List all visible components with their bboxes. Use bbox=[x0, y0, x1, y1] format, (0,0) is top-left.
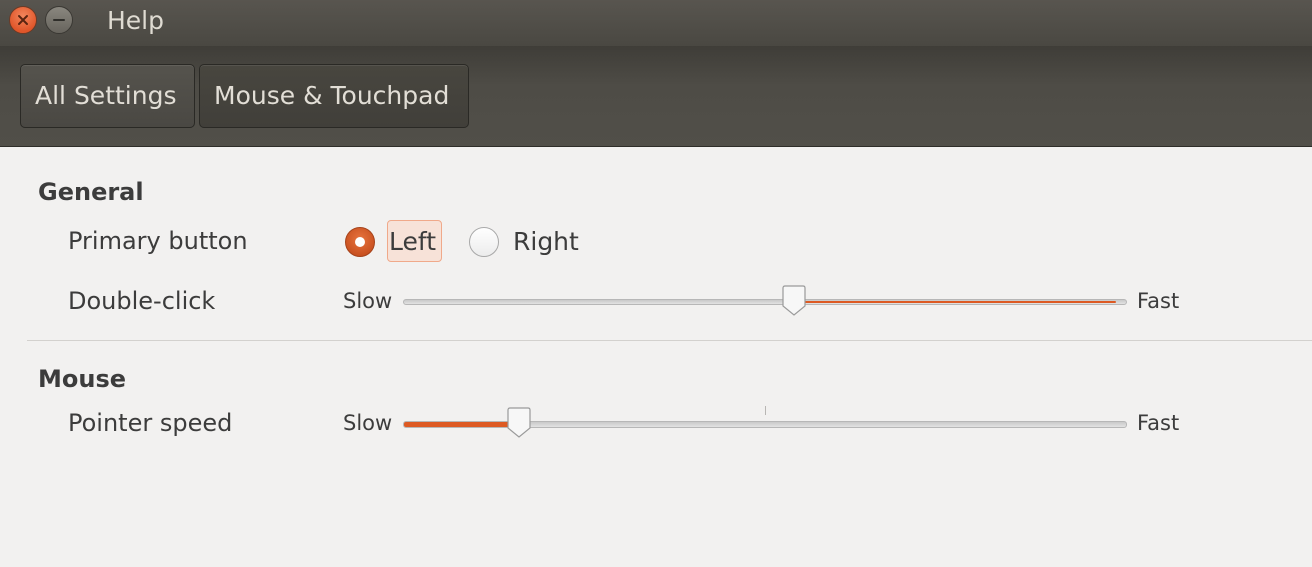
double-click-slider-thumb[interactable] bbox=[781, 285, 807, 317]
radio-left[interactable] bbox=[345, 227, 375, 257]
radio-right[interactable] bbox=[469, 227, 499, 257]
double-click-slow-label: Slow bbox=[343, 289, 393, 313]
mouse-heading: Mouse bbox=[38, 365, 127, 393]
close-icon bbox=[18, 15, 28, 25]
window-title: Help bbox=[107, 6, 164, 35]
double-click-slider-fill bbox=[794, 301, 1116, 303]
pointer-speed-default-mark bbox=[765, 406, 766, 415]
minimize-icon bbox=[53, 19, 65, 21]
pointer-speed-slow-label: Slow bbox=[343, 411, 393, 435]
all-settings-button[interactable]: All Settings bbox=[20, 64, 195, 128]
toolbar: All Settings Mouse & Touchpad bbox=[0, 46, 1312, 147]
settings-content: General Primary button Left Right Double… bbox=[0, 147, 1312, 567]
radio-left-label[interactable]: Left bbox=[389, 227, 436, 257]
minimize-button[interactable] bbox=[45, 6, 73, 34]
pointer-speed-label: Pointer speed bbox=[68, 409, 233, 437]
general-heading: General bbox=[38, 178, 144, 206]
title-bar: Help bbox=[0, 0, 1312, 46]
pointer-speed-slider-fill bbox=[404, 422, 520, 427]
double-click-label: Double-click bbox=[68, 287, 216, 315]
double-click-fast-label: Fast bbox=[1137, 289, 1180, 313]
mouse-touchpad-breadcrumb-button[interactable]: Mouse & Touchpad bbox=[199, 64, 469, 128]
double-click-slider-trough[interactable] bbox=[403, 299, 1127, 305]
pointer-speed-slider-thumb[interactable] bbox=[506, 407, 532, 439]
pointer-speed-fast-label: Fast bbox=[1137, 411, 1180, 435]
primary-button-label: Primary button bbox=[68, 227, 248, 255]
radio-selected-dot bbox=[355, 237, 365, 247]
radio-right-label[interactable]: Right bbox=[513, 227, 579, 257]
close-button[interactable] bbox=[9, 6, 37, 34]
section-separator bbox=[27, 340, 1312, 341]
